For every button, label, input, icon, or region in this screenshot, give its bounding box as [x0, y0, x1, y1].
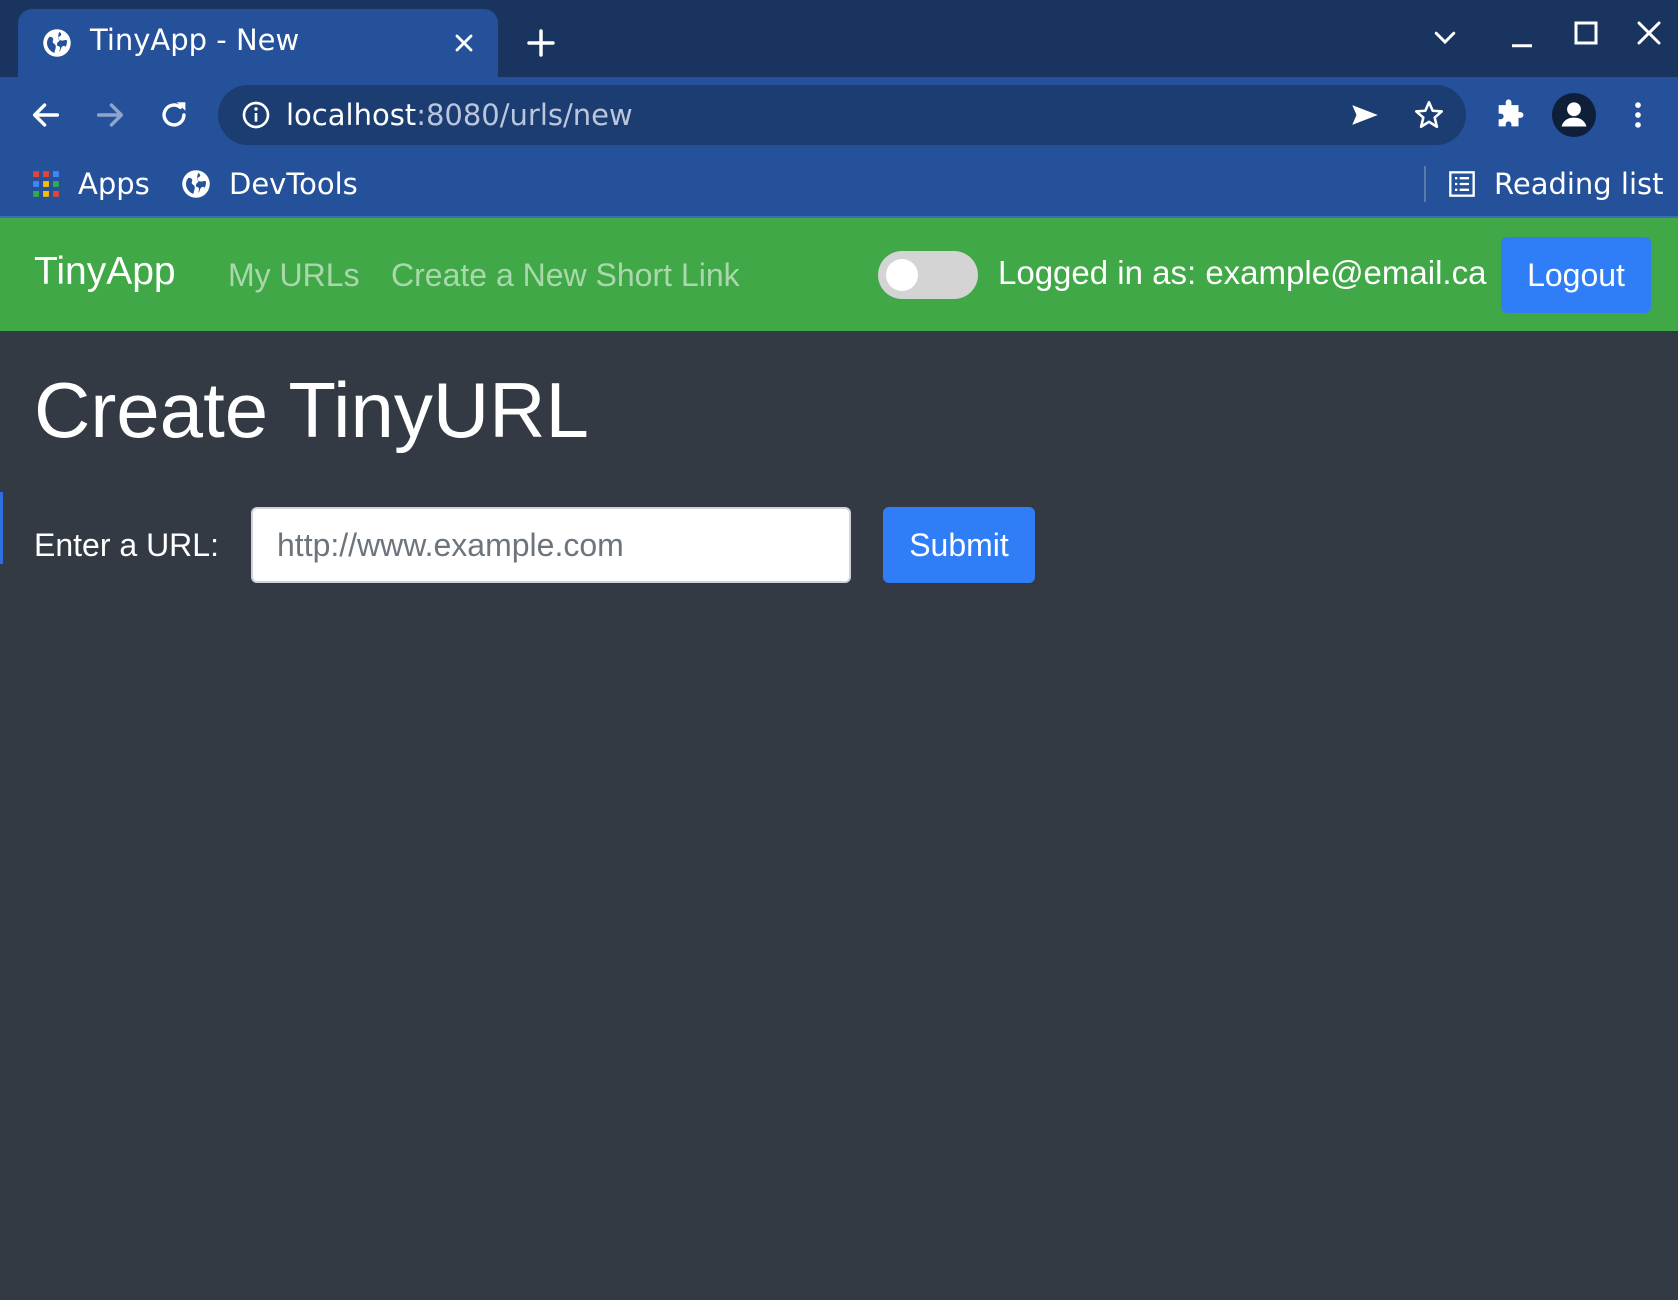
bookmark-apps[interactable]: Apps	[32, 162, 150, 206]
forward-arrow-icon[interactable]	[93, 98, 127, 132]
dark-mode-toggle[interactable]	[878, 251, 978, 299]
window-close-icon[interactable]	[1634, 18, 1664, 48]
url-input[interactable]	[251, 507, 851, 583]
close-icon[interactable]	[450, 29, 478, 57]
nav-link-my-urls[interactable]: My URLs	[228, 257, 360, 294]
back-arrow-icon[interactable]	[29, 98, 63, 132]
apps-grid-icon	[33, 171, 59, 197]
tab-search-chevron-down-icon[interactable]	[1430, 22, 1460, 52]
bookmark-devtools[interactable]: DevTools	[181, 162, 358, 206]
globe-icon	[182, 170, 210, 198]
page-title: Create TinyURL	[34, 366, 589, 454]
tab-title: TinyApp - New	[90, 23, 300, 57]
logged-in-status: Logged in as: example@email.ca	[998, 254, 1487, 291]
bookmark-apps-label: Apps	[78, 167, 150, 201]
bookmark-devtools-label: DevTools	[229, 167, 358, 201]
reading-list-button[interactable]: Reading list	[1448, 162, 1664, 206]
address-url-path: :8080/urls/new	[416, 98, 633, 132]
bookmarks-separator	[1424, 166, 1426, 202]
address-url: localhost:8080/urls/new	[286, 98, 633, 132]
new-tab-plus-icon[interactable]	[525, 27, 557, 59]
tab-strip: TinyApp - New	[0, 0, 1678, 77]
minimize-icon[interactable]	[1507, 22, 1537, 52]
submit-button[interactable]: Submit	[883, 507, 1035, 583]
profile-avatar-icon[interactable]	[1551, 92, 1597, 138]
reload-icon[interactable]	[157, 98, 191, 132]
tab-active[interactable]: TinyApp - New	[18, 9, 498, 77]
globe-icon	[43, 29, 71, 57]
app-navbar: TinyApp My URLs Create a New Short Link …	[0, 218, 1678, 331]
reading-list-label: Reading list	[1494, 167, 1664, 201]
focus-accent-bar	[0, 492, 3, 564]
logout-button[interactable]: Logout	[1501, 237, 1651, 313]
browser-chrome: TinyApp - New localhost:8080/urls/new Ap…	[0, 0, 1678, 218]
reading-list-icon	[1449, 171, 1475, 197]
bookmark-star-icon[interactable]	[1412, 98, 1446, 132]
address-bar[interactable]: localhost:8080/urls/new	[218, 85, 1466, 145]
browser-menu-kebab-icon[interactable]	[1621, 98, 1655, 132]
nav-link-create-short-link[interactable]: Create a New Short Link	[391, 257, 740, 294]
send-tab-icon[interactable]	[1348, 98, 1382, 132]
toggle-knob	[886, 259, 918, 291]
navbar-brand[interactable]: TinyApp	[34, 250, 176, 294]
extensions-puzzle-icon[interactable]	[1493, 98, 1527, 132]
site-info-icon[interactable]	[240, 99, 272, 131]
maximize-icon[interactable]	[1571, 18, 1601, 48]
address-url-host: localhost	[286, 98, 417, 132]
bookmarks-bar: Apps DevTools Reading list	[0, 152, 1678, 216]
url-input-label: Enter a URL:	[34, 527, 219, 563]
